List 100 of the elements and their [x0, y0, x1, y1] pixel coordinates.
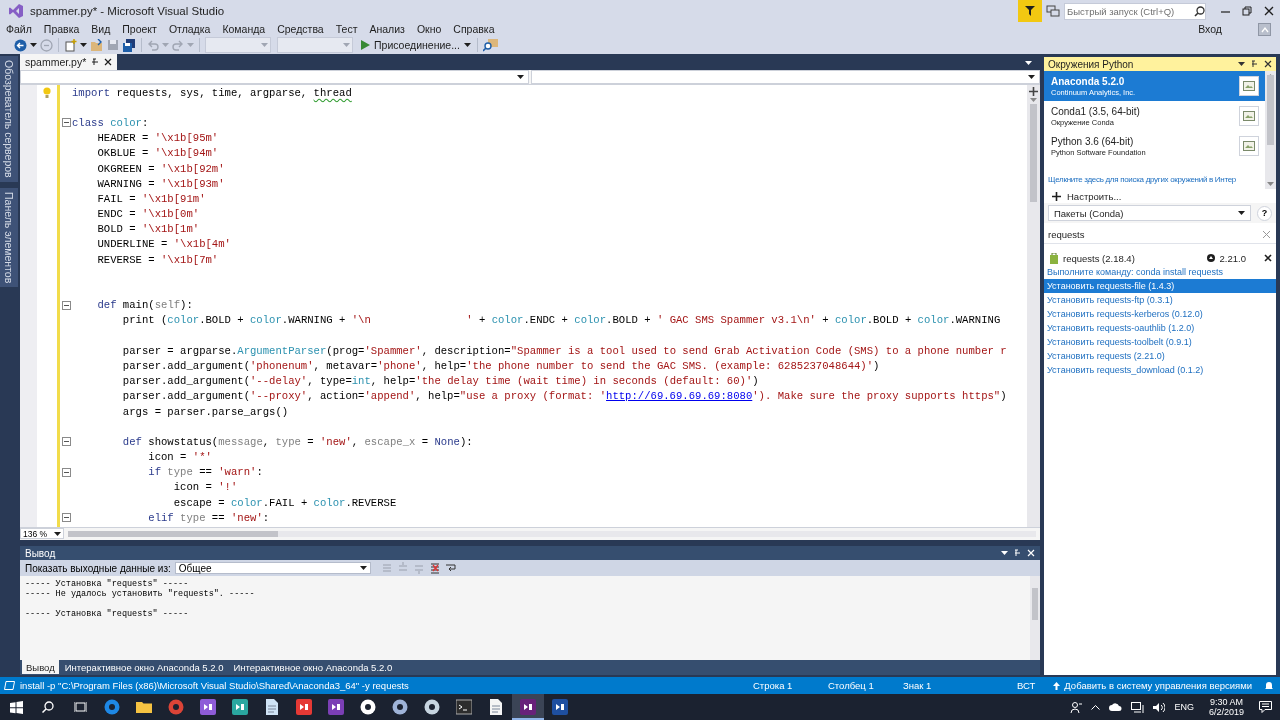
- environment-name: Anaconda 5.2.0: [1051, 75, 1126, 87]
- upgrade-icon[interactable]: [1206, 254, 1215, 262]
- open-window-button[interactable]: [1239, 76, 1259, 96]
- clock-time[interactable]: 9:30 AM: [1209, 697, 1243, 707]
- collapse-icon[interactable]: [61, 467, 71, 477]
- pin-icon[interactable]: [91, 57, 100, 67]
- package-search-field[interactable]: requests: [1044, 225, 1276, 244]
- caret-icon: [187, 43, 194, 47]
- network-icon[interactable]: [1131, 701, 1145, 713]
- menu-item[interactable]: Файл: [0, 23, 38, 35]
- close-icon[interactable]: [1264, 6, 1274, 16]
- tab-list-icon[interactable]: [1025, 61, 1032, 65]
- scrollbar-thumb[interactable]: [1030, 104, 1037, 202]
- remove-icon[interactable]: [1264, 254, 1272, 262]
- help-button[interactable]: ?: [1257, 205, 1272, 221]
- menu-item[interactable]: Вид: [85, 23, 117, 35]
- menu-item[interactable]: Окно: [410, 23, 448, 35]
- code-line: REVERSE = '\x1b[7m': [96, 253, 219, 266]
- menu-item[interactable]: Анализ: [363, 23, 411, 35]
- volume-icon[interactable]: [1153, 701, 1166, 713]
- zoom-dropdown[interactable]: 136 %: [20, 528, 64, 539]
- caret-icon: [517, 75, 524, 79]
- cloud-icon[interactable]: [1109, 703, 1123, 711]
- view-dropdown[interactable]: Пакеты (Conda): [1048, 205, 1251, 221]
- pin-icon[interactable]: [1014, 548, 1021, 558]
- source-control-button[interactable]: Добавить в систему управления версиями: [1053, 680, 1252, 691]
- round-app-icon: [104, 699, 120, 715]
- menu-item[interactable]: Проект: [116, 23, 163, 35]
- restore-icon[interactable]: [1242, 6, 1252, 16]
- find-in-files-icon[interactable]: [482, 38, 499, 52]
- install-package-item[interactable]: Установить requests-file (1.4.3): [1044, 279, 1276, 293]
- configure-button[interactable]: Настроить...: [1044, 189, 1276, 203]
- scrollbar-thumb[interactable]: [1267, 75, 1274, 145]
- install-package-item[interactable]: Установить requests-oauthlib (1.2.0): [1044, 321, 1276, 335]
- collapse-icon[interactable]: [61, 300, 71, 310]
- save-all-icon[interactable]: [122, 38, 136, 52]
- taskbar-app-button[interactable]: [512, 694, 544, 720]
- pin-icon[interactable]: [1251, 59, 1258, 69]
- chevron-up-icon[interactable]: [1091, 704, 1101, 710]
- open-window-button[interactable]: [1239, 136, 1259, 156]
- menu-item[interactable]: Отладка: [162, 23, 217, 35]
- collapse-icon[interactable]: [61, 437, 71, 447]
- scrollbar-thumb[interactable]: [68, 531, 278, 537]
- install-package-item[interactable]: Установить requests-kerberos (0.12.0): [1044, 307, 1276, 321]
- panel-title: Окружения Python: [1048, 58, 1134, 70]
- caret-icon: [80, 43, 87, 47]
- link[interactable]: http://69.69.69.69:8080: [606, 390, 753, 403]
- language-indicator[interactable]: ENG: [1174, 702, 1194, 712]
- round-app-icon: [360, 699, 376, 715]
- panel-menu-icon[interactable]: [1001, 551, 1008, 555]
- vertical-scrollbar[interactable]: [1265, 71, 1276, 189]
- lightbulb-icon[interactable]: [43, 86, 51, 99]
- word-wrap-icon[interactable]: [444, 562, 457, 574]
- back-icon[interactable]: [14, 38, 27, 52]
- side-tab[interactable]: Обозреватель серверов: [0, 56, 18, 182]
- action-center-icon[interactable]: [1259, 701, 1272, 713]
- vertical-scrollbar[interactable]: [1027, 85, 1040, 527]
- code-line: import requests, sys, time, argparse, thread: [72, 86, 352, 99]
- close-icon[interactable]: [1264, 60, 1272, 68]
- quick-launch-field[interactable]: Быстрый запуск (Ctrl+Q): [1064, 2, 1206, 20]
- open-folder-icon[interactable]: [90, 38, 104, 52]
- caret-icon: [261, 43, 268, 47]
- filter-button[interactable]: [1018, 0, 1042, 22]
- code-line: UNDERLINE = '\x1b[4m': [96, 238, 231, 251]
- menu-item[interactable]: Средства: [271, 23, 330, 35]
- install-package-item[interactable]: Установить requests-toolbelt (0.9.1): [1044, 335, 1276, 349]
- panel-tab[interactable]: Вывод: [22, 660, 59, 674]
- output-source-dropdown[interactable]: Общее: [174, 562, 371, 574]
- menu-item[interactable]: Команда: [216, 23, 272, 35]
- clear-icon[interactable]: [1263, 230, 1270, 238]
- feedback-icon[interactable]: [1046, 4, 1060, 18]
- clock-date[interactable]: 6/2/2019: [1208, 707, 1244, 717]
- command-link[interactable]: Выполните команду: conda install requests: [1044, 265, 1276, 279]
- scrollbar-thumb[interactable]: [1032, 588, 1038, 620]
- install-package-item[interactable]: Установить requests (2.21.0): [1044, 349, 1276, 363]
- menu-item[interactable]: Правка: [37, 23, 86, 35]
- open-window-button[interactable]: [1239, 106, 1259, 126]
- install-package-item[interactable]: Установить requests-ftp (0.3.1): [1044, 293, 1276, 307]
- new-project-icon[interactable]: [64, 38, 77, 52]
- install-package-item[interactable]: Установить requests_download (0.1.2): [1044, 363, 1276, 377]
- round-app-icon: [424, 699, 440, 715]
- side-tab[interactable]: Панель элементов: [0, 187, 18, 287]
- panel-menu-icon[interactable]: [1238, 62, 1245, 66]
- close-icon[interactable]: [104, 58, 113, 66]
- vertical-scrollbar[interactable]: [1030, 576, 1040, 660]
- code-line: HEADER = '\x1b[95m': [96, 132, 219, 145]
- caret-icon: [1028, 75, 1035, 79]
- link[interactable]: Щелкните здесь для поиска других окружений в Интер: [1044, 175, 1265, 184]
- document-tab[interactable]: spammer.py*: [20, 54, 118, 70]
- sign-in-link[interactable]: Вход: [1198, 23, 1222, 35]
- people-icon[interactable]: [1070, 701, 1083, 713]
- menu-item[interactable]: Справка: [447, 23, 501, 35]
- collapse-icon[interactable]: [61, 118, 71, 128]
- app-tile-icon: [200, 699, 216, 715]
- attach-button[interactable]: Присоединение...: [359, 39, 473, 51]
- collapse-icon[interactable]: [61, 513, 71, 523]
- caret-icon: [1267, 182, 1274, 186]
- notification-icon[interactable]: [1264, 680, 1274, 691]
- menu-item[interactable]: Тест: [329, 23, 364, 35]
- account-icon[interactable]: [1258, 22, 1271, 36]
